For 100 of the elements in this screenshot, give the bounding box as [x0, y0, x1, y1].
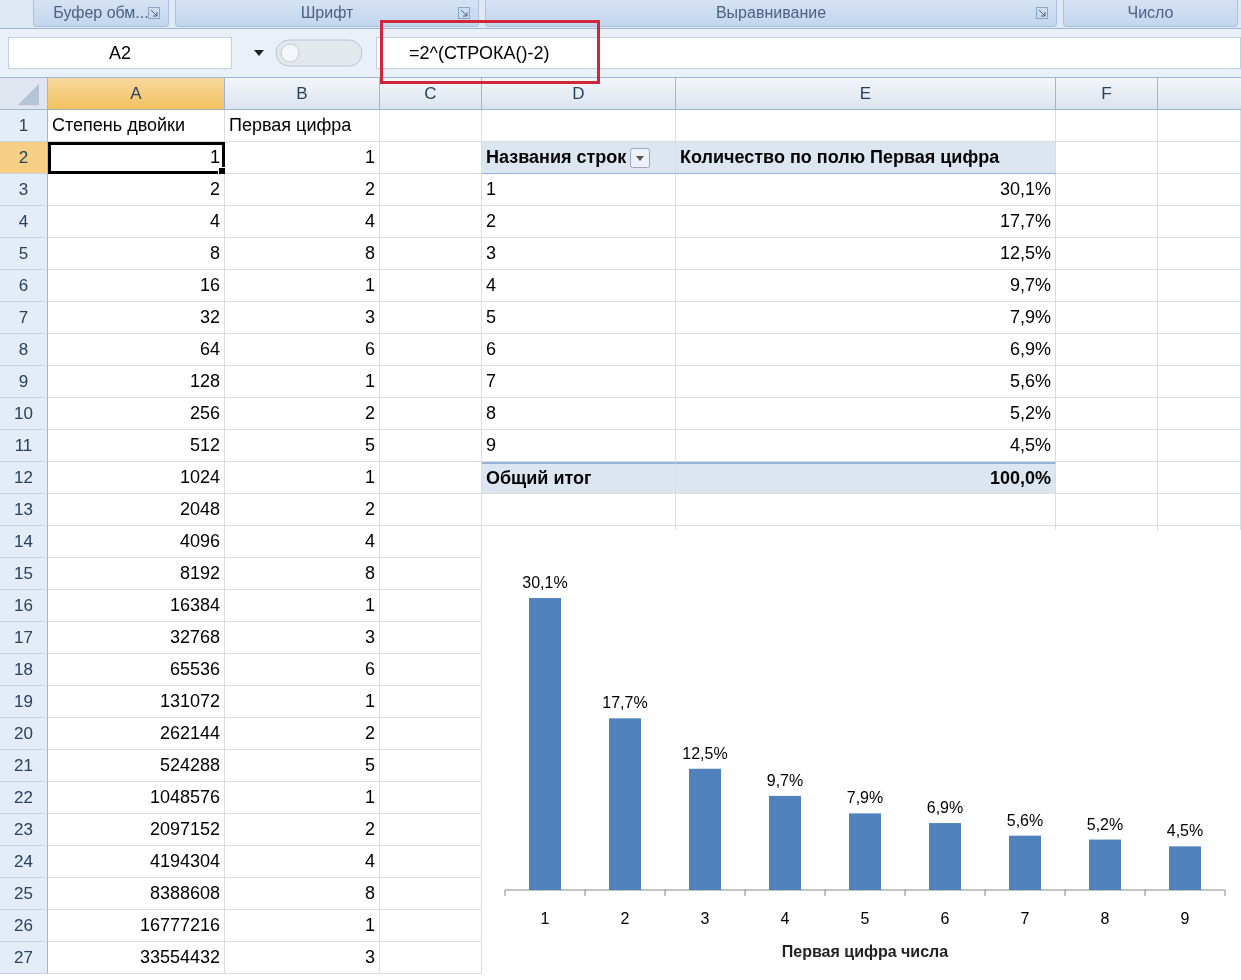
- axis-title: Первая цифра числа: [781, 943, 949, 960]
- table-cell: 16777216: [48, 910, 225, 942]
- dialog-launcher-icon[interactable]: [458, 7, 470, 19]
- filter-dropdown-icon[interactable]: [630, 147, 651, 168]
- data-label: 7,9%: [846, 789, 884, 807]
- row-header[interactable]: 15: [0, 558, 48, 590]
- column-header[interactable]: E: [676, 78, 1056, 110]
- row-header[interactable]: 22: [0, 782, 48, 814]
- table-cell: 3: [225, 302, 380, 334]
- table-cell: 1048576: [48, 782, 225, 814]
- pivot-header: Количество по полю Первая цифра: [676, 142, 1056, 174]
- dialog-launcher-icon[interactable]: [1036, 7, 1048, 19]
- table-cell: 8: [225, 558, 380, 590]
- table-cell: 5,6%: [676, 366, 1056, 398]
- table-cell: 16384: [48, 590, 225, 622]
- row-header[interactable]: 9: [0, 366, 48, 398]
- row-header[interactable]: 18: [0, 654, 48, 686]
- table-cell: 1: [48, 142, 225, 174]
- row-header[interactable]: 19: [0, 686, 48, 718]
- table-cell: 524288: [48, 750, 225, 782]
- table-cell: 512: [48, 430, 225, 462]
- column-header[interactable]: A: [48, 78, 225, 110]
- table-cell: 5: [482, 302, 676, 334]
- row-header[interactable]: 26: [0, 910, 48, 942]
- row-header[interactable]: 27: [0, 942, 48, 974]
- column-header[interactable]: C: [380, 78, 482, 110]
- table-cell: 8: [225, 238, 380, 270]
- table-cell: 2: [225, 718, 380, 750]
- row-header[interactable]: 12: [0, 462, 48, 494]
- axis-tick-label: 5: [860, 910, 870, 927]
- axis-tick-label: 2: [620, 910, 630, 927]
- axis-tick-label: 7: [1020, 910, 1030, 927]
- table-cell: 2: [225, 174, 380, 206]
- table-cell: 2048: [48, 494, 225, 526]
- row-header[interactable]: 14: [0, 526, 48, 558]
- row-header[interactable]: 23: [0, 814, 48, 846]
- axis-tick-label: 9: [1180, 910, 1190, 927]
- name-box[interactable]: A2: [8, 37, 232, 69]
- row-header[interactable]: 2: [0, 142, 48, 174]
- table-cell: 1: [225, 270, 380, 302]
- table-cell: 16: [48, 270, 225, 302]
- data-label: 9,7%: [766, 771, 804, 789]
- table-cell: 5,2%: [676, 398, 1056, 430]
- row-header[interactable]: 17: [0, 622, 48, 654]
- column-header[interactable]: F: [1056, 78, 1158, 110]
- table-cell: 33554432: [48, 942, 225, 974]
- table-cell: 7: [482, 366, 676, 398]
- table-cell: 4: [225, 526, 380, 558]
- total-value: 100,0%: [676, 462, 1056, 494]
- row-header[interactable]: 5: [0, 238, 48, 270]
- table-cell: 8: [482, 398, 676, 430]
- table-cell: 8: [48, 238, 225, 270]
- table-cell: 32: [48, 302, 225, 334]
- table-cell: 8: [225, 878, 380, 910]
- row-header[interactable]: 25: [0, 878, 48, 910]
- table-cell: 30,1%: [676, 174, 1056, 206]
- table-cell: 6: [225, 654, 380, 686]
- table-cell: 4: [225, 206, 380, 238]
- total-label: Общий итог: [482, 462, 676, 494]
- row-header[interactable]: 7: [0, 302, 48, 334]
- data-label: 30,1%: [522, 574, 568, 592]
- row-header[interactable]: 4: [0, 206, 48, 238]
- table-cell: 256: [48, 398, 225, 430]
- row-header[interactable]: 24: [0, 846, 48, 878]
- table-cell: 131072: [48, 686, 225, 718]
- row-header[interactable]: 11: [0, 430, 48, 462]
- row-header[interactable]: 16: [0, 590, 48, 622]
- table-cell: 1024: [48, 462, 225, 494]
- row-header[interactable]: 13: [0, 494, 48, 526]
- axis-tick-label: 4: [780, 910, 790, 927]
- table-cell: 65536: [48, 654, 225, 686]
- table-cell: Степень двойки: [48, 110, 225, 142]
- data-label: 17,7%: [602, 694, 648, 712]
- bar: [929, 823, 961, 890]
- row-header[interactable]: 8: [0, 334, 48, 366]
- table-cell: 5: [225, 750, 380, 782]
- formula-field[interactable]: =2^(СТРОКА()-2): [376, 37, 1241, 69]
- bar: [1169, 846, 1201, 890]
- table-cell: Первая цифра: [225, 110, 380, 142]
- column-header[interactable]: B: [225, 78, 380, 110]
- table-cell: 2: [225, 398, 380, 430]
- dialog-launcher-icon[interactable]: [148, 7, 160, 19]
- row-header[interactable]: 1: [0, 110, 48, 142]
- row-header[interactable]: 21: [0, 750, 48, 782]
- table-cell: 2: [225, 814, 380, 846]
- table-cell: 2: [482, 206, 676, 238]
- row-header[interactable]: 3: [0, 174, 48, 206]
- table-cell: 64: [48, 334, 225, 366]
- table-cell: 4: [48, 206, 225, 238]
- table-cell: 1: [225, 910, 380, 942]
- table-cell: 1: [225, 686, 380, 718]
- data-label: 6,9%: [926, 799, 964, 817]
- table-cell: 128: [48, 366, 225, 398]
- table-cell: 1: [225, 142, 380, 174]
- column-header[interactable]: D: [482, 78, 676, 110]
- row-header[interactable]: 10: [0, 398, 48, 430]
- row-header[interactable]: 20: [0, 718, 48, 750]
- table-cell: 17,7%: [676, 206, 1056, 238]
- row-header[interactable]: 6: [0, 270, 48, 302]
- data-label: 5,2%: [1086, 815, 1124, 833]
